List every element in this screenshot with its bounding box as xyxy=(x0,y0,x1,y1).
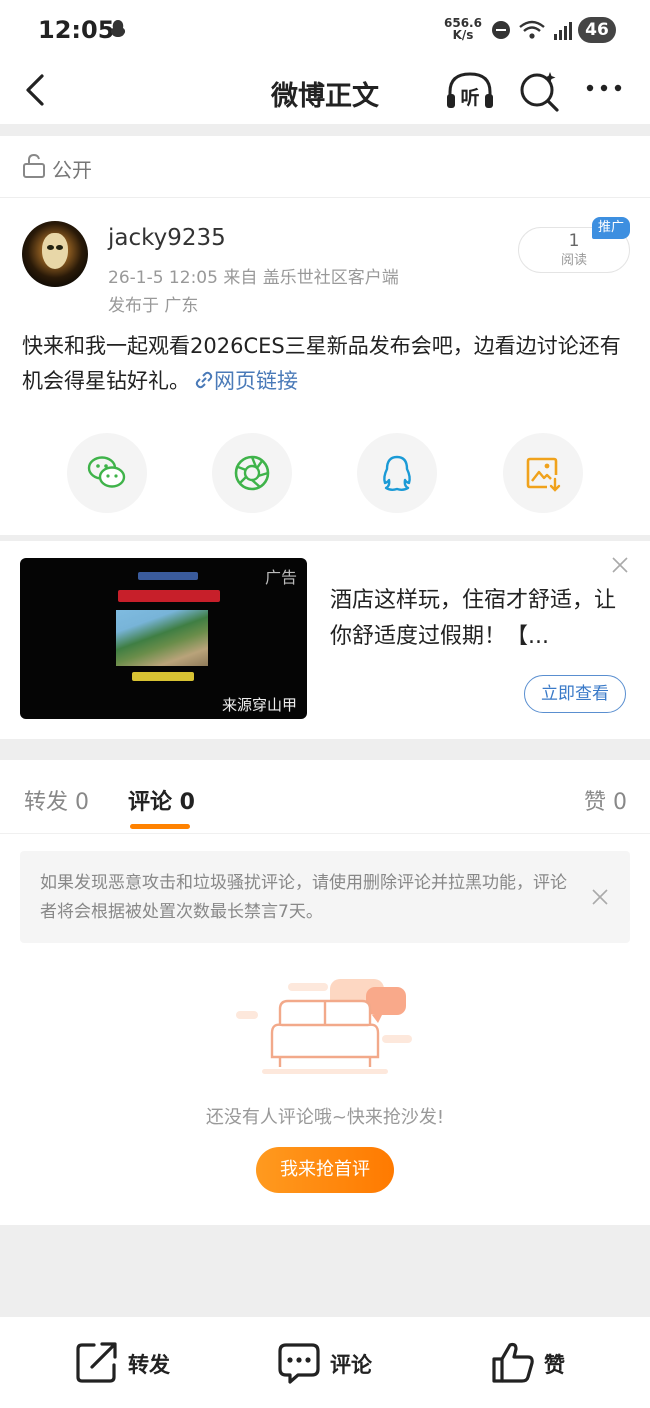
post-meta: 26-1-5 12:05 来自 盖乐世社区客户端 xyxy=(108,268,399,288)
avatar[interactable] xyxy=(22,221,88,287)
more-icon[interactable] xyxy=(584,80,624,96)
ad-text[interactable]: 酒店这样玩，住宿才舒适，让你舒适度过假期！【... xyxy=(330,583,620,655)
promo-badge[interactable]: 推广 xyxy=(592,217,630,239)
web-link[interactable]: 网页链接 xyxy=(190,369,298,393)
ad-view-button[interactable]: 立即查看 xyxy=(524,675,626,713)
read-label: 阅读 xyxy=(560,253,587,268)
qq-icon xyxy=(383,455,411,491)
like-label: 赞 xyxy=(544,1353,565,1377)
ad-card[interactable]: 广告 来源穿山甲 酒店这样玩，住宿才舒适，让你舒适度过假期！【... 立即查看 xyxy=(0,541,650,739)
repost-label: 转发 xyxy=(128,1353,170,1377)
tab-indicator xyxy=(130,824,190,829)
ad-image-banner xyxy=(118,590,220,602)
network-speed: 656.6 K/s xyxy=(444,17,482,41)
moments-icon xyxy=(234,455,270,491)
close-icon[interactable] xyxy=(610,555,630,575)
tab-like[interactable]: 赞 0 xyxy=(584,784,627,816)
username[interactable]: jacky9235 xyxy=(108,225,226,251)
listen-icon[interactable]: 听 xyxy=(444,68,496,114)
battery-icon: 46 xyxy=(578,17,616,43)
post-body: 快来和我一起观看2026CES三星新品发布会吧，边看边讨论还有机会得星钻好礼。 xyxy=(22,334,621,393)
avatar-mask-shape xyxy=(42,233,68,269)
like-button[interactable]: 赞 xyxy=(490,1339,580,1385)
notice-text: 如果发现恶意攻击和垃圾骚扰评论，请使用删除评论并拉黑功能，评论者将会根据被处置次… xyxy=(40,873,567,922)
comment-icon xyxy=(278,1343,320,1384)
ad-image-logo xyxy=(138,572,198,580)
nav-bar: 微博正文 听 xyxy=(0,60,650,124)
ad-source: 来源穿山甲 xyxy=(221,696,297,714)
app-notification-icon xyxy=(110,20,126,37)
share-qq-button[interactable] xyxy=(357,433,437,513)
post-card: jacky9235 26-1-5 12:05 来自 盖乐世社区客户端 发布于 广… xyxy=(0,199,650,535)
network-speed-unit: K/s xyxy=(452,28,474,42)
avatar-eye xyxy=(56,245,63,250)
ad-image-photo xyxy=(116,610,208,666)
post-location: 发布于 广东 xyxy=(108,296,199,316)
save-image-button[interactable] xyxy=(503,433,583,513)
comment-button[interactable]: 评论 xyxy=(276,1339,386,1385)
signal-5g-icon xyxy=(554,22,572,40)
first-comment-button[interactable]: 我来抢首评 xyxy=(256,1147,394,1193)
tab-repost[interactable]: 转发 0 xyxy=(24,784,89,816)
share-wechat-button[interactable] xyxy=(67,433,147,513)
listen-icon-text: 听 xyxy=(460,86,479,109)
comment-notice: 如果发现恶意攻击和垃圾骚扰评论，请使用删除评论并拉黑功能，评论者将会根据被处置次… xyxy=(20,851,630,943)
search-icon[interactable] xyxy=(516,68,562,114)
dnd-icon xyxy=(492,21,510,39)
wechat-icon xyxy=(87,456,126,488)
unlock-icon xyxy=(23,153,45,178)
status-bar: 12:05 656.6 K/s 46 xyxy=(0,0,650,60)
repost-icon xyxy=(76,1342,117,1383)
share-moments-button[interactable] xyxy=(212,433,292,513)
ad-image-caption xyxy=(132,672,194,681)
empty-sofa-icon xyxy=(236,979,412,1074)
repost-button[interactable]: 转发 xyxy=(74,1339,184,1385)
wifi-icon xyxy=(519,20,545,39)
close-icon[interactable] xyxy=(590,887,610,907)
comments-section: 如果发现恶意攻击和垃圾骚扰评论，请使用删除评论并拉黑功能，评论者将会根据被处置次… xyxy=(0,835,650,1225)
ad-label: 广告 xyxy=(264,568,297,587)
web-link-text: 网页链接 xyxy=(214,369,298,393)
visibility-row: 公开 xyxy=(0,136,650,198)
post-text: 快来和我一起观看2026CES三星新品发布会吧，边看边讨论还有机会得星钻好礼。网… xyxy=(22,329,632,399)
section-divider xyxy=(0,739,650,760)
status-time: 12:05 xyxy=(38,16,115,44)
thumbs-up-icon xyxy=(492,1342,534,1383)
save-image-icon xyxy=(526,457,561,492)
bottom-spacer xyxy=(0,1225,650,1316)
bottom-toolbar: 转发 评论 赞 xyxy=(0,1316,650,1408)
comment-label: 评论 xyxy=(330,1353,372,1377)
ad-image[interactable]: 广告 来源穿山甲 xyxy=(20,558,307,719)
tab-comment[interactable]: 评论 0 xyxy=(128,784,195,816)
link-icon xyxy=(195,371,213,389)
empty-comments-text: 还没有人评论哦~快来抢沙发! xyxy=(205,1107,445,1128)
visibility-label: 公开 xyxy=(52,158,92,182)
section-divider xyxy=(0,124,650,136)
avatar-eye xyxy=(47,245,54,250)
interaction-tabs: 转发 0 评论 0 赞 0 xyxy=(0,760,650,834)
